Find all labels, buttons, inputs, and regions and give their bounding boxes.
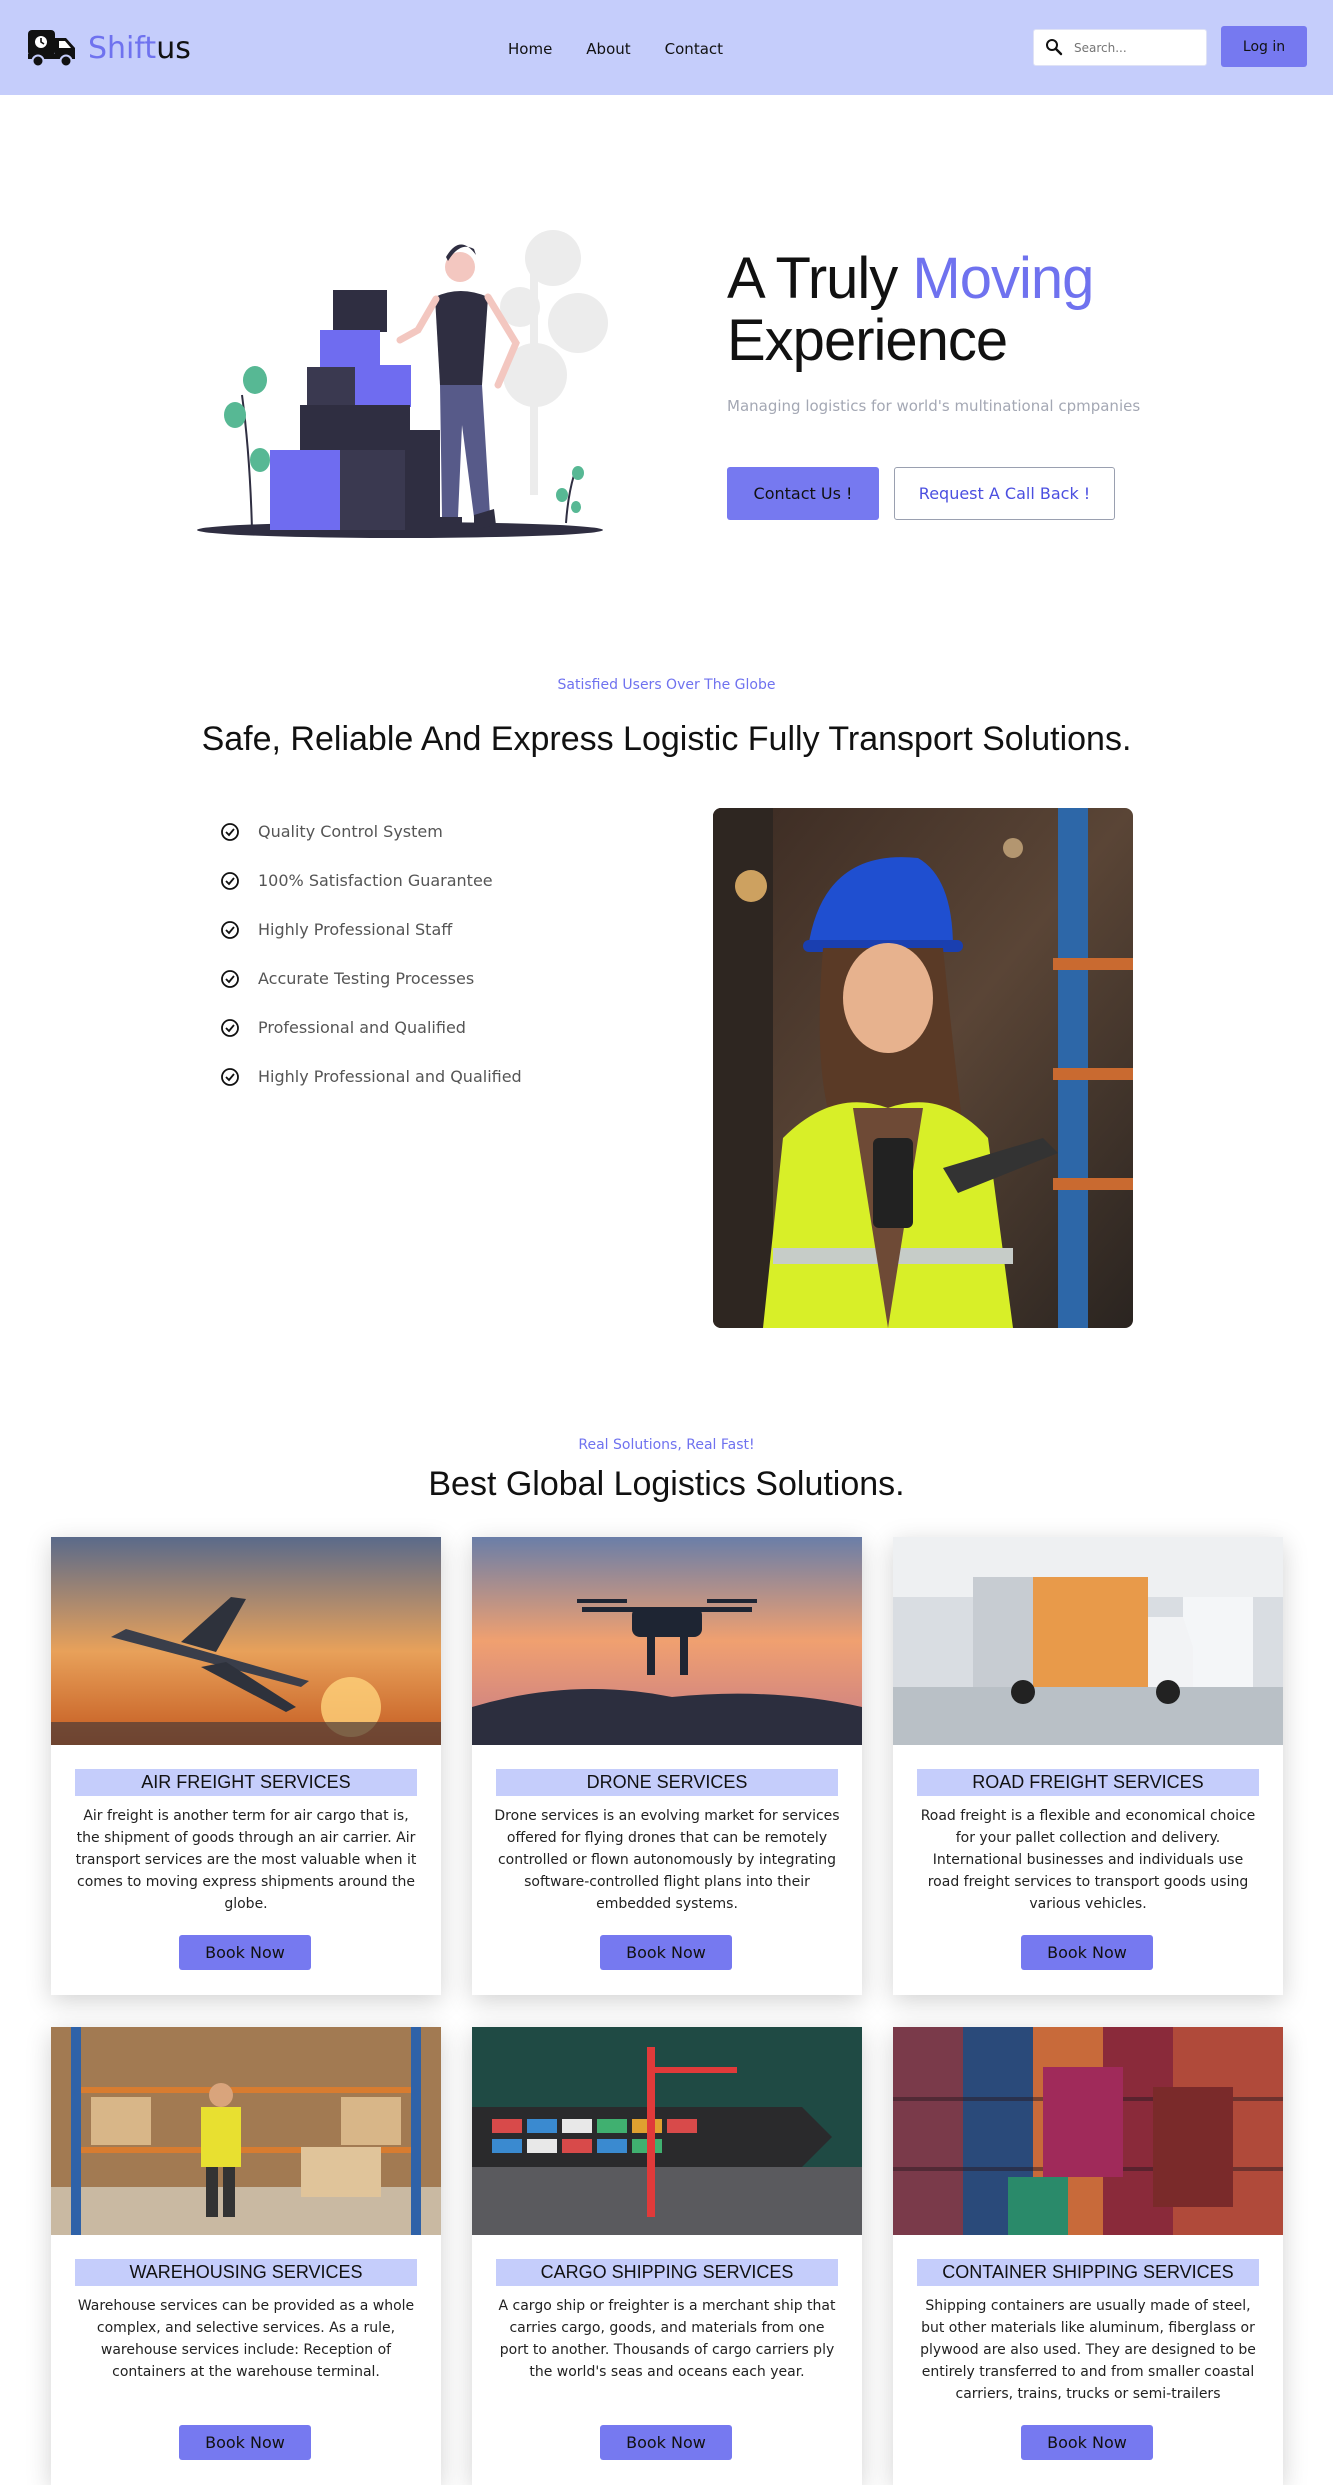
card-description: A cargo ship or freighter is a merchant … — [498, 2298, 836, 2380]
container-shipping-image — [893, 2027, 1283, 2235]
book-now-button[interactable]: Book Now — [179, 2425, 311, 2460]
feature-item: Professional and Qualified — [220, 1003, 522, 1052]
book-now-button[interactable]: Book Now — [600, 2425, 732, 2460]
card-title: WAREHOUSING SERVICES — [75, 2259, 417, 2286]
hero-illustration — [197, 230, 608, 538]
cargo-shipping-image — [472, 2027, 862, 2235]
contact-us-button[interactable]: Contact Us ! — [727, 467, 879, 520]
feature-item: Highly Professional and Qualified — [220, 1052, 522, 1101]
hero-subtitle: Managing logistics for world's multinati… — [727, 397, 1141, 415]
card-title: CARGO SHIPPING SERVICES — [496, 2259, 838, 2286]
feature-item: Highly Professional Staff — [220, 905, 522, 954]
card-title: AIR FREIGHT SERVICES — [75, 1769, 417, 1796]
navbar: Shiftus Home About Contact Log in — [0, 0, 1333, 95]
book-now-button[interactable]: Book Now — [179, 1935, 311, 1970]
search-input[interactable] — [1072, 38, 1201, 58]
air-freight-image — [51, 1537, 441, 1745]
nav-links: Home About Contact — [508, 40, 757, 58]
hero-title-plain: A Truly — [727, 246, 913, 311]
search-icon — [1046, 39, 1063, 56]
service-card-container-shipping: CONTAINER SHIPPING SERVICES Shipping con… — [893, 2027, 1283, 2485]
truck-icon — [28, 30, 75, 68]
services-kicker: Real Solutions, Real Fast! — [578, 1437, 755, 1453]
card-description: Road freight is a flexible and economica… — [920, 1808, 1256, 1912]
feature-label: Quality Control System — [258, 822, 443, 841]
feature-label: Accurate Testing Processes — [258, 969, 475, 988]
book-now-button[interactable]: Book Now — [1021, 2425, 1153, 2460]
check-circle-icon — [221, 920, 239, 939]
service-card-cargo-shipping: CARGO SHIPPING SERVICES A cargo ship or … — [472, 2027, 862, 2485]
card-title: ROAD FREIGHT SERVICES — [917, 1769, 1259, 1796]
request-callback-button[interactable]: Request A Call Back ! — [894, 467, 1115, 520]
features-heading: Safe, Reliable And Express Logistic Full… — [201, 720, 1132, 758]
brand-logo[interactable]: Shiftus — [26, 28, 191, 68]
hero-title: A Truly Moving Experience — [727, 248, 1247, 372]
search-box[interactable] — [1033, 29, 1207, 66]
check-circle-icon — [221, 871, 239, 890]
login-button[interactable]: Log in — [1221, 26, 1307, 67]
check-circle-icon — [221, 1067, 239, 1086]
feature-item: Quality Control System — [220, 807, 522, 856]
feature-item: 100% Satisfaction Guarantee — [220, 856, 522, 905]
feature-label: Highly Professional Staff — [258, 920, 453, 939]
hero-title-accent: Moving — [912, 246, 1094, 311]
service-card-drone: DRONE SERVICES Drone services is an evol… — [472, 1537, 862, 1995]
nav-link-about[interactable]: About — [586, 40, 630, 58]
nav-link-contact[interactable]: Contact — [665, 40, 723, 58]
card-description: Air freight is another term for air carg… — [75, 1808, 417, 1912]
nav-link-home[interactable]: Home — [508, 40, 552, 58]
road-freight-image — [893, 1537, 1283, 1745]
book-now-button[interactable]: Book Now — [600, 1935, 732, 1970]
card-description: Warehouse services can be provided as a … — [77, 2298, 415, 2380]
feature-label: Professional and Qualified — [258, 1018, 466, 1037]
check-circle-icon — [221, 969, 239, 988]
card-description: Drone services is an evolving market for… — [494, 1808, 840, 1912]
service-card-road-freight: ROAD FREIGHT SERVICES Road freight is a … — [893, 1537, 1283, 1995]
check-circle-icon — [221, 822, 239, 841]
service-card-air-freight: AIR FREIGHT SERVICES Air freight is anot… — [51, 1537, 441, 1995]
feature-list: Quality Control System 100% Satisfaction… — [220, 807, 522, 1101]
feature-item: Accurate Testing Processes — [220, 954, 522, 1003]
feature-label: 100% Satisfaction Guarantee — [258, 871, 493, 890]
card-title: DRONE SERVICES — [496, 1769, 838, 1796]
services-heading: Best Global Logistics Solutions. — [428, 1465, 905, 1503]
hero-title-line2: Experience — [727, 308, 1008, 373]
drone-image — [472, 1537, 862, 1745]
check-circle-icon — [221, 1018, 239, 1037]
feature-label: Highly Professional and Qualified — [258, 1067, 522, 1086]
card-title: CONTAINER SHIPPING SERVICES — [917, 2259, 1259, 2286]
book-now-button[interactable]: Book Now — [1021, 1935, 1153, 1970]
service-card-warehousing: WAREHOUSING SERVICES Warehouse services … — [51, 2027, 441, 2485]
warehouse-worker-photo — [713, 808, 1133, 1328]
warehousing-image — [51, 2027, 441, 2235]
brand-name: Shiftus — [88, 30, 191, 66]
features-kicker: Satisfied Users Over The Globe — [557, 677, 776, 693]
card-description: Shipping containers are usually made of … — [920, 2298, 1256, 2402]
